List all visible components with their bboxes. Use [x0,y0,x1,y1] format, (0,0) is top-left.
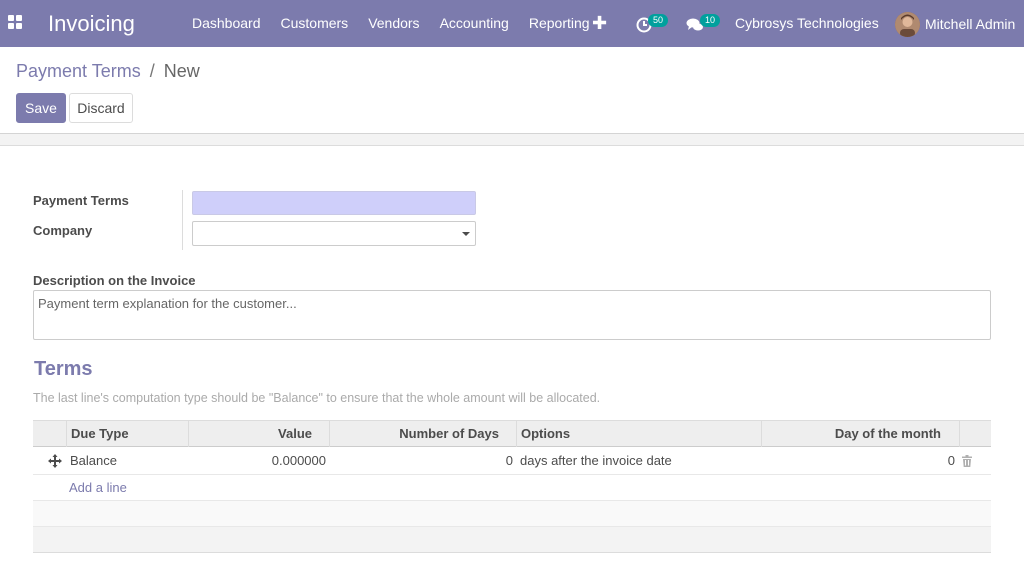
col-day-of-month[interactable]: Day of the month [761,421,959,447]
company-select[interactable] [192,221,476,246]
company-switcher[interactable]: Cybrosys Technologies [735,0,879,47]
cell-number-of-days[interactable]: 0 [329,448,513,474]
avatar [895,11,920,37]
empty-row [33,501,991,527]
menu-dashboard[interactable]: Dashboard [182,0,271,47]
cell-day-of-month[interactable]: 0 [761,448,955,474]
label-divider [182,190,183,250]
app-name[interactable]: Invoicing [48,10,135,38]
table-row[interactable]: Balance 0.000000 0 days after the invoic… [33,448,991,475]
payment-terms-label: Payment Terms [33,193,129,208]
cell-due-type[interactable]: Balance [70,448,117,474]
menu-vendors[interactable]: Vendors [358,0,429,47]
terms-help-text: The last line's computation type should … [33,391,601,405]
activity-badge: 50 [648,14,669,27]
breadcrumb-current: New [163,61,200,81]
trash-icon[interactable] [962,455,972,467]
company-label: Company [33,223,93,238]
save-button[interactable]: Save [16,93,66,123]
main-menu: Dashboard Customers Vendors Accounting R… [182,0,600,47]
menu-accounting[interactable]: Accounting [430,0,519,47]
terms-title: Terms [34,358,93,380]
sheet-background [0,134,1024,146]
empty-row [33,527,991,553]
cell-options[interactable]: days after the invoice date [520,448,672,474]
add-line-row: Add a line [33,475,991,501]
discard-button[interactable]: Discard [69,93,133,123]
top-navbar: Invoicing Dashboard Customers Vendors Ac… [0,0,1024,47]
col-actions [959,421,991,447]
description-label: Description on the Invoice [33,273,196,288]
col-number-of-days[interactable]: Number of Days [329,421,517,447]
breadcrumb: Payment Terms / New [16,60,200,82]
col-value[interactable]: Value [188,421,330,447]
cell-value[interactable]: 0.000000 [188,448,326,474]
terms-table-header: Due Type Value Number of Days Options Da… [33,420,991,447]
user-menu[interactable]: Mitchell Admin [895,11,1015,37]
activity-button[interactable]: 50 [636,13,670,35]
breadcrumb-payment-terms[interactable]: Payment Terms [16,61,141,81]
messages-button[interactable]: 10 [686,13,722,35]
menu-customers[interactable]: Customers [271,0,359,47]
add-line-link[interactable]: Add a line [69,475,127,501]
col-options[interactable]: Options [516,421,761,447]
plus-icon[interactable]: ✚ [592,12,607,34]
user-name: Mitchell Admin [925,16,1016,32]
apps-menu-icon[interactable] [8,15,24,31]
breadcrumb-separator: / [149,61,155,81]
drag-handle-icon[interactable] [48,454,62,468]
caret-down-icon [462,232,470,236]
messages-badge: 10 [700,14,721,27]
payment-terms-input[interactable] [192,191,476,215]
description-textarea[interactable]: Payment term explanation for the custome… [33,290,991,340]
menu-reporting[interactable]: Reporting [519,0,600,47]
